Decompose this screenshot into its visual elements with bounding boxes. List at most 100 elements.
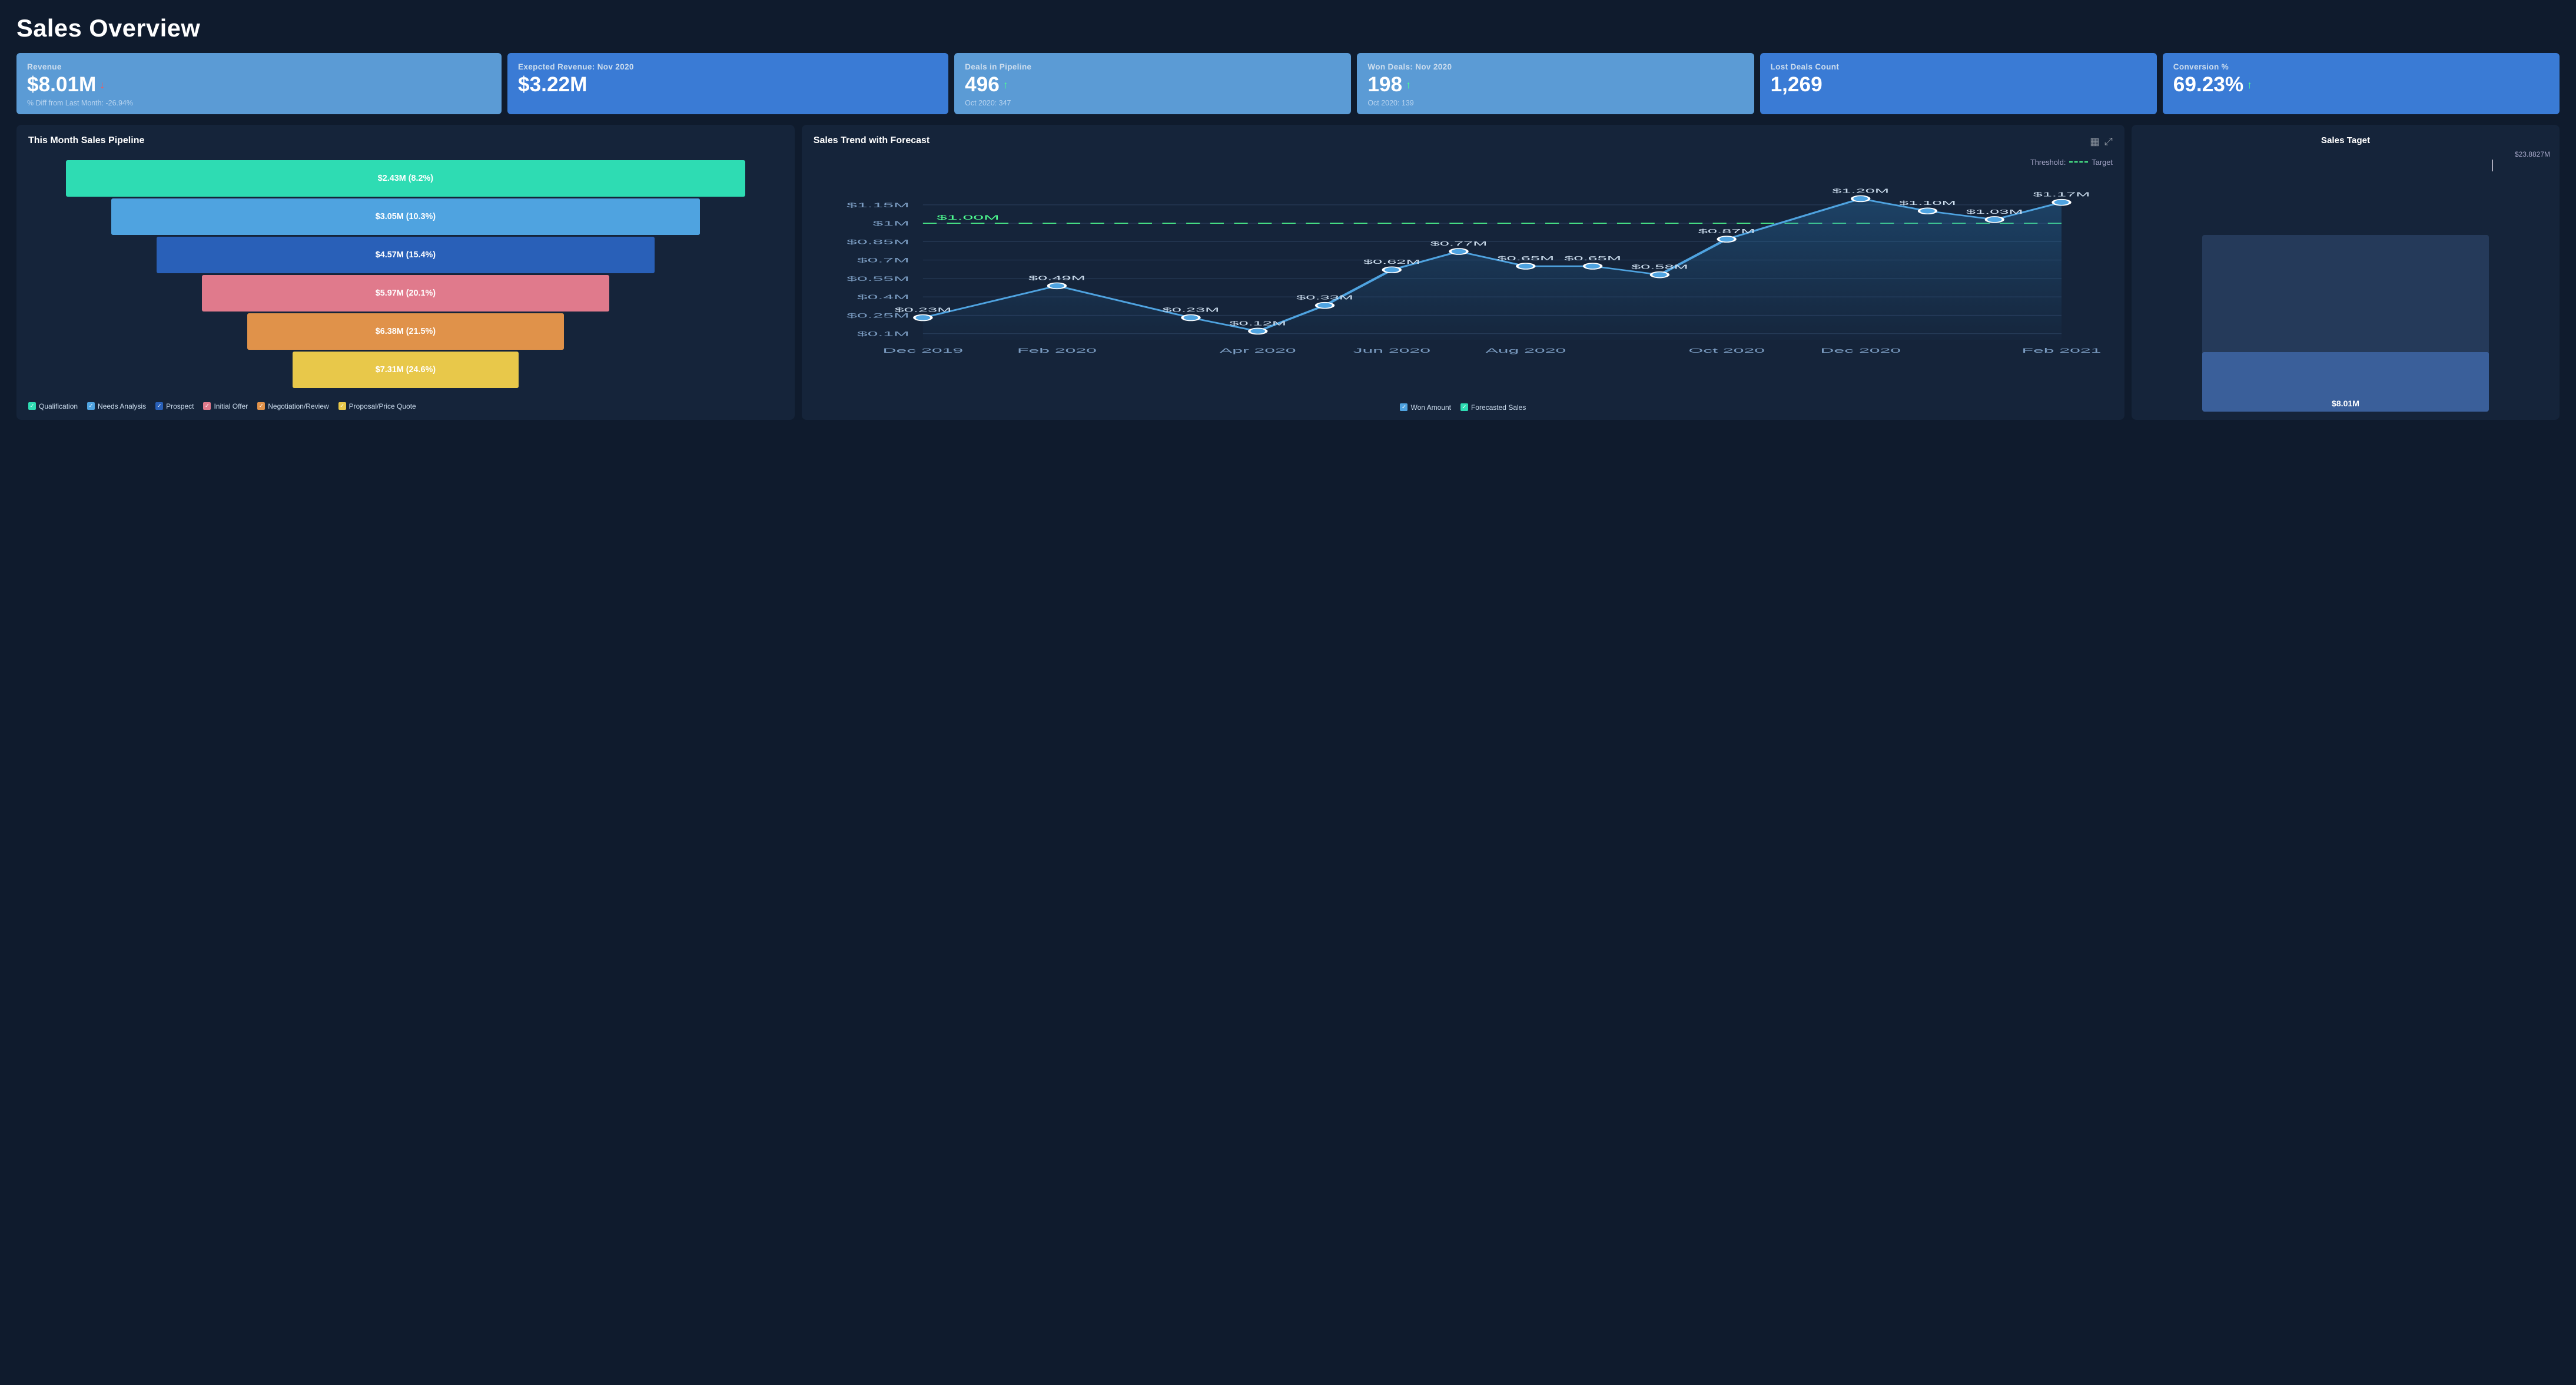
kpi-sub-revenue: % Diff from Last Month: -26.94% bbox=[27, 99, 491, 107]
svg-text:$1.10M: $1.10M bbox=[1899, 200, 1956, 207]
kpi-value-deals-pipeline: 496↑ bbox=[965, 74, 1340, 97]
funnel-segment-5[interactable]: $7.31M (24.6%) bbox=[293, 352, 519, 388]
svg-text:$0.4M: $0.4M bbox=[857, 293, 909, 300]
trend-chart-panel: Sales Trend with Forecast ▦ ⤢ Threshold:… bbox=[802, 125, 2124, 420]
legend-check-icon: ✓ bbox=[155, 402, 163, 410]
main-content-row: This Month Sales Pipeline $2.43M (8.2%)$… bbox=[16, 125, 2560, 420]
svg-text:$0.77M: $0.77M bbox=[1430, 240, 1487, 247]
kpi-label-expected-revenue: Exepcted Revenue: Nov 2020 bbox=[518, 62, 938, 71]
legend-check-icon: ✓ bbox=[203, 402, 211, 410]
kpi-value-lost-deals: 1,269 bbox=[1771, 74, 2146, 97]
kpi-label-deals-pipeline: Deals in Pipeline bbox=[965, 62, 1340, 71]
svg-text:$0.23M: $0.23M bbox=[894, 306, 951, 313]
pipeline-legend: ✓Qualification ✓Needs Analysis ✓Prospect ✓I… bbox=[28, 402, 783, 410]
funnel-segment-4[interactable]: $6.38M (21.5%) bbox=[247, 313, 564, 350]
svg-text:Dec 2019: Dec 2019 bbox=[882, 347, 963, 354]
svg-text:$0.65M: $0.65M bbox=[1564, 255, 1621, 262]
legend-item-qualification: ✓Qualification bbox=[28, 402, 78, 410]
funnel-segment-0[interactable]: $2.43M (8.2%) bbox=[66, 160, 745, 197]
funnel-segment-2[interactable]: $4.57M (15.4%) bbox=[157, 237, 655, 273]
svg-text:$0.62M: $0.62M bbox=[1363, 259, 1420, 266]
kpi-row: Revenue $8.01M↓ % Diff from Last Month: -2… bbox=[16, 53, 2560, 114]
funnel-segment-3[interactable]: $5.97M (20.1%) bbox=[202, 275, 609, 312]
kpi-value-won-deals: 198↑ bbox=[1367, 74, 1743, 97]
svg-text:Oct 2020: Oct 2020 bbox=[1688, 347, 1765, 354]
bar-chart-icon[interactable]: ▦ bbox=[2090, 135, 2100, 148]
page-title: Sales Overview bbox=[16, 14, 2560, 42]
chart-legend-check-icon: ✓ bbox=[1400, 403, 1407, 411]
threshold-line-sample bbox=[2069, 161, 2088, 163]
kpi-label-revenue: Revenue bbox=[27, 62, 491, 71]
target-bar-container: $8.01M bbox=[2141, 171, 2550, 412]
legend-check-icon: ✓ bbox=[338, 402, 346, 410]
kpi-sub-won-deals: Oct 2020: 139 bbox=[1367, 99, 1743, 107]
svg-text:$1.15M: $1.15M bbox=[847, 201, 909, 208]
kpi-sub-deals-pipeline: Oct 2020: 347 bbox=[965, 99, 1340, 107]
target-bar-inner: $8.01M bbox=[2202, 352, 2489, 412]
svg-text:$1M: $1M bbox=[872, 220, 909, 227]
arrow-up-icon-deals-pipeline: ↑ bbox=[1003, 79, 1008, 91]
legend-item-needs-analysis: ✓Needs Analysis bbox=[87, 402, 146, 410]
svg-text:$0.58M: $0.58M bbox=[1631, 263, 1688, 270]
chart-bottom-legend: ✓Won Amount ✓Forecasted Sales bbox=[814, 403, 2113, 412]
target-bar-value: $8.01M bbox=[2332, 399, 2359, 408]
legend-check-icon: ✓ bbox=[257, 402, 265, 410]
target-title: Sales Taget bbox=[2321, 135, 2370, 145]
svg-text:$0.23M: $0.23M bbox=[1162, 306, 1219, 313]
kpi-card-deals-pipeline: Deals in Pipeline 496↑ Oct 2020: 347 bbox=[954, 53, 1351, 114]
svg-text:$1.20M: $1.20M bbox=[1832, 187, 1889, 194]
target-bar-outer: $8.01M bbox=[2202, 235, 2489, 412]
svg-text:$0.85M: $0.85M bbox=[847, 238, 909, 245]
legend-item-negotiation/review: ✓Negotiation/Review bbox=[257, 402, 328, 410]
target-top-value: $23.8827M bbox=[2515, 150, 2550, 158]
arrow-up-icon-conversion: ↑ bbox=[2247, 79, 2252, 91]
svg-text:Aug 2020: Aug 2020 bbox=[1485, 347, 1566, 354]
funnel-container: $2.43M (8.2%)$3.05M (10.3%)$4.57M (15.4%… bbox=[28, 154, 783, 394]
legend-check-icon: ✓ bbox=[87, 402, 95, 410]
chart-header: Sales Trend with Forecast ▦ ⤢ bbox=[814, 135, 2113, 154]
threshold-label: Threshold: bbox=[2030, 158, 2066, 167]
svg-text:$0.49M: $0.49M bbox=[1028, 274, 1085, 281]
pipeline-title: This Month Sales Pipeline bbox=[28, 135, 783, 146]
svg-text:$0.1M: $0.1M bbox=[857, 330, 909, 337]
chart-legend-check-icon: ✓ bbox=[1460, 403, 1468, 411]
chart-title: Sales Trend with Forecast bbox=[814, 135, 930, 146]
legend-item-initial-offer: ✓Initial Offer bbox=[203, 402, 248, 410]
arrow-up-icon-won-deals: ↑ bbox=[1406, 79, 1411, 91]
svg-text:$0.7M: $0.7M bbox=[857, 257, 909, 264]
expand-icon[interactable]: ⤢ bbox=[2104, 135, 2113, 148]
kpi-value-conversion: 69.23%↑ bbox=[2173, 74, 2549, 97]
kpi-card-revenue: Revenue $8.01M↓ % Diff from Last Month: -2… bbox=[16, 53, 502, 114]
legend-check-icon: ✓ bbox=[28, 402, 36, 410]
svg-text:$1.03M: $1.03M bbox=[1966, 208, 2023, 215]
legend-item-proposal/price-quote: ✓Proposal/Price Quote bbox=[338, 402, 416, 410]
kpi-value-expected-revenue: $3.22M bbox=[518, 74, 938, 97]
svg-text:$0.87M: $0.87M bbox=[1698, 228, 1755, 235]
chart-area: $0.1M$0.25M$0.4M$0.55M$0.7M$0.85M$1M$1.1… bbox=[814, 169, 2113, 399]
trend-svg: $0.1M$0.25M$0.4M$0.55M$0.7M$0.85M$1M$1.1… bbox=[814, 169, 2113, 369]
svg-text:$0.65M: $0.65M bbox=[1497, 255, 1554, 262]
kpi-card-lost-deals: Lost Deals Count1,269 bbox=[1760, 53, 2157, 114]
chart-legend-forecasted-sales: ✓Forecasted Sales bbox=[1460, 403, 1526, 412]
svg-text:$1.00M: $1.00M bbox=[937, 214, 999, 221]
svg-text:Jun 2020: Jun 2020 bbox=[1353, 347, 1430, 354]
kpi-label-conversion: Conversion % bbox=[2173, 62, 2549, 71]
svg-text:$0.55M: $0.55M bbox=[847, 275, 909, 282]
chart-legend-won-amount: ✓Won Amount bbox=[1400, 403, 1450, 412]
svg-text:Feb 2021: Feb 2021 bbox=[2021, 347, 2101, 354]
kpi-value-revenue: $8.01M↓ bbox=[27, 74, 491, 97]
threshold-legend: Threshold: Target bbox=[814, 158, 2113, 167]
svg-text:$0.12M: $0.12M bbox=[1229, 320, 1286, 327]
arrow-down-icon-revenue: ↓ bbox=[99, 79, 105, 91]
kpi-card-won-deals: Won Deals: Nov 2020198↑Oct 2020: 139 bbox=[1357, 53, 1754, 114]
funnel-segment-1[interactable]: $3.05M (10.3%) bbox=[111, 198, 700, 235]
pipeline-panel: This Month Sales Pipeline $2.43M (8.2%)$… bbox=[16, 125, 795, 420]
kpi-card-conversion: Conversion % 69.23%↑ bbox=[2163, 53, 2560, 114]
svg-text:Dec 2020: Dec 2020 bbox=[1820, 347, 1901, 354]
chart-toolbar: ▦ ⤢ bbox=[2090, 135, 2113, 148]
svg-text:Apr 2020: Apr 2020 bbox=[1220, 347, 1296, 354]
threshold-target-label: Target bbox=[2092, 158, 2113, 167]
legend-item-prospect: ✓Prospect bbox=[155, 402, 194, 410]
svg-text:$0.33M: $0.33M bbox=[1296, 294, 1353, 301]
svg-text:Feb 2020: Feb 2020 bbox=[1017, 347, 1097, 354]
